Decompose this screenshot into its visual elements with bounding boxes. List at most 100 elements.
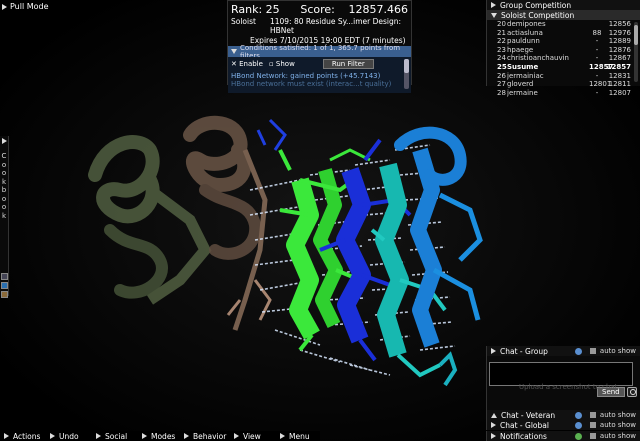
row-rank: 22 — [497, 37, 506, 46]
show-toggle[interactable]: ▫ Show — [269, 60, 295, 68]
upload-hint[interactable]: Upload a screenshot to chat — [519, 383, 617, 391]
list-item[interactable]: 26 jermainiac -12831 — [497, 72, 640, 81]
row-name: hpaege — [507, 45, 534, 54]
info-icon[interactable] — [574, 421, 582, 429]
conditions-header[interactable]: Conditions satisfied: 1 of 1, 365.7 poin… — [228, 44, 411, 60]
show-label: Show — [275, 60, 295, 68]
group-competition-label: Group Competition — [500, 0, 572, 10]
score-value: 12857.466 — [348, 3, 409, 16]
row-name: christioanchauvin — [507, 54, 569, 63]
triangle-down-icon — [231, 49, 237, 54]
menu-modes[interactable]: Modes — [142, 432, 184, 441]
list-item[interactable]: 28 jermaine -12807 — [497, 89, 640, 98]
menu-label: Behavior — [193, 431, 227, 441]
chat-veteran-label: Chat - Veteran — [501, 410, 556, 420]
row-score: 12831 — [608, 71, 631, 80]
row-name: jermaine — [507, 88, 538, 97]
menu-behavior[interactable]: Behavior — [184, 432, 234, 441]
menu-label: Actions — [13, 431, 41, 441]
list-item[interactable]: 21 actiasluna 88 12976 — [497, 29, 640, 38]
list-item[interactable]: 20 demipones 12856 — [497, 20, 640, 29]
auto-show-checkbox[interactable] — [589, 348, 596, 354]
script-icon[interactable] — [1, 282, 8, 289]
score-panel: Rank: 25 Score: 12857.466 Soloist 1109: … — [227, 0, 412, 93]
auto-show-label: auto show — [599, 421, 636, 429]
hbond-status: HBond Network: gained points (+45.7143) — [231, 72, 381, 80]
triangle-right-icon — [491, 422, 496, 428]
soloist-competition-header[interactable]: Soloist Competition — [487, 10, 640, 20]
row-name: demipones — [507, 20, 546, 28]
cookbook-letter: k — [1, 177, 7, 186]
group-competition-header[interactable]: Group Competition — [487, 0, 640, 10]
cookbook-label: C o o k b o o k — [0, 152, 8, 220]
auto-show-checkbox[interactable] — [589, 412, 596, 418]
row-group: 12801 — [589, 80, 612, 89]
run-filter-button[interactable]: Run Filter — [322, 59, 374, 69]
row-score: 12857 — [606, 62, 631, 71]
row-rank: 23 — [497, 45, 506, 54]
pull-mode-toggle[interactable]: Pull Mode — [2, 2, 49, 11]
recipe-icon[interactable] — [1, 273, 8, 280]
soloist-list: 20 demipones 12856 21 actiasluna 88 12976 22 p… — [487, 20, 640, 97]
bottom-menu-bar: Actions Undo Social Modes Behavior View … — [0, 431, 320, 441]
scroll-thumb[interactable] — [404, 59, 409, 73]
cookbook-panel[interactable]: C o o k b o o k — [0, 136, 9, 296]
menu-view[interactable]: View — [234, 432, 280, 441]
menu-menu[interactable]: Menu — [280, 432, 320, 441]
magnifier-icon[interactable] — [626, 387, 637, 397]
auto-show-checkbox[interactable] — [589, 433, 596, 439]
chat-group-label: Chat - Group — [500, 346, 548, 356]
chat-global-header[interactable]: Chat - Global auto show — [486, 420, 640, 430]
info-icon[interactable] — [574, 347, 582, 355]
triangle-down-icon — [491, 12, 497, 18]
row-score: 12807 — [608, 88, 631, 97]
score-label: Score: — [300, 3, 335, 16]
hbond-sub: HBond network must exist (interac...t qu… — [231, 80, 392, 88]
triangle-right-icon — [50, 433, 55, 439]
conditions-scrollbar[interactable] — [404, 59, 409, 89]
row-rank: 21 — [497, 28, 506, 37]
row-rank: 28 — [497, 88, 506, 97]
row-score: 12856 — [608, 20, 631, 28]
soloist-competition-label: Soloist Competition — [501, 10, 575, 20]
cookbook-letter: o — [1, 160, 7, 169]
enable-label: Enable — [239, 60, 263, 68]
rank-label: Rank: 25 — [231, 3, 280, 16]
list-item-current-player[interactable]: 25 Susume 12857 12857 — [497, 63, 640, 72]
cookbook-tools — [1, 273, 8, 298]
cookbook-letter: o — [1, 194, 7, 203]
list-item[interactable]: 23 hpaege -12876 — [497, 46, 640, 55]
mode-label: Soloist — [231, 17, 256, 26]
row-group: 88 — [592, 28, 602, 37]
auto-show-checkbox[interactable] — [589, 422, 596, 428]
menu-undo[interactable]: Undo — [50, 432, 96, 441]
cookbook-letter: o — [1, 169, 7, 177]
triangle-right-icon — [142, 433, 147, 439]
list-item[interactable]: 27 gloverd 12801 12811 — [497, 80, 640, 89]
triangle-right-icon — [184, 433, 189, 439]
menu-label: View — [243, 431, 261, 441]
chat-veteran-header[interactable]: Chat - Veteran auto show — [486, 410, 640, 420]
row-name: Susume — [507, 62, 539, 71]
chat-group-panel: Chat - Group auto show Upload a screensh… — [486, 346, 640, 410]
menu-actions[interactable]: Actions — [0, 432, 50, 441]
list-item[interactable]: 24 christioanchauvin -12867 — [497, 54, 640, 63]
row-group: - — [595, 71, 599, 80]
chat-group-header[interactable]: Chat - Group auto show — [487, 346, 640, 356]
list-item[interactable]: 22 pauldunn -12889 — [497, 37, 640, 46]
scroll-thumb[interactable] — [634, 25, 638, 45]
menu-social[interactable]: Social — [96, 432, 142, 441]
triangle-right-icon — [491, 433, 496, 439]
cookbook-letter: b — [1, 186, 7, 194]
notification-icon[interactable] — [574, 432, 582, 440]
auto-show-label: auto show — [599, 432, 636, 440]
enable-toggle[interactable]: ✕ Enable — [231, 60, 263, 68]
row-name: actiasluna — [507, 28, 543, 37]
row-name: gloverd — [507, 80, 534, 89]
folder-icon[interactable] — [1, 291, 8, 298]
row-rank: 25 — [497, 62, 507, 71]
notifications-header[interactable]: Notifications auto show — [486, 431, 640, 441]
competition-scrollbar[interactable] — [634, 22, 638, 82]
auto-show-label: auto show — [599, 347, 636, 355]
info-icon[interactable] — [574, 411, 582, 419]
